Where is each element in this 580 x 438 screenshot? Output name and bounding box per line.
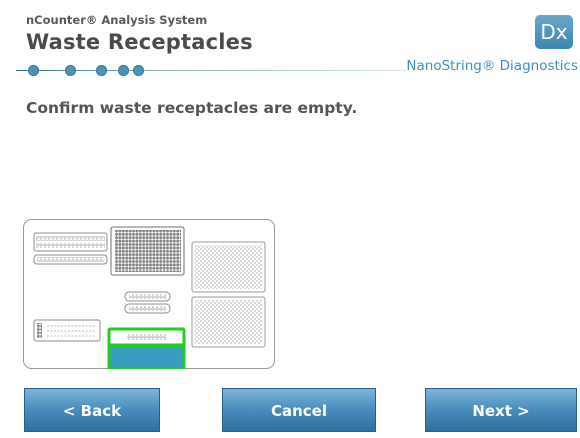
waste-receptacle-wells bbox=[127, 334, 166, 340]
app-title: nCounter® Analysis System bbox=[26, 13, 208, 27]
strip-tube-1-wells bbox=[129, 294, 166, 299]
cartridge-holder bbox=[33, 319, 101, 342]
brand-logo: NanoString® Diagnostics bbox=[406, 58, 578, 74]
strip-row-1 bbox=[36, 236, 105, 241]
strip-row-3 bbox=[37, 257, 104, 262]
page-title: Waste Receptacles bbox=[26, 30, 253, 54]
strip-tube-2-wells bbox=[129, 306, 166, 311]
tip-rack-bottom-grid bbox=[195, 300, 262, 344]
tip-rack-top-grid bbox=[195, 245, 262, 289]
progress-step-1 bbox=[28, 65, 39, 76]
deck-diagram bbox=[23, 219, 275, 369]
dx-badge-icon: Dx bbox=[535, 15, 573, 49]
next-button[interactable]: Next > bbox=[425, 388, 577, 432]
strip-holder-top bbox=[33, 232, 108, 252]
progress-step-4 bbox=[118, 65, 129, 76]
strip-row-2 bbox=[36, 243, 105, 248]
cartridge-label bbox=[37, 323, 42, 338]
progress-step-5 bbox=[133, 65, 144, 76]
waste-bin bbox=[107, 344, 186, 369]
instruction-text: Confirm waste receptacles are empty. bbox=[26, 99, 358, 117]
waste-receptacles-screen: nCounter® Analysis System Waste Receptac… bbox=[0, 0, 580, 438]
progress-step-2 bbox=[65, 65, 76, 76]
progress-indicator bbox=[16, 64, 406, 78]
cancel-button[interactable]: Cancel bbox=[222, 388, 376, 432]
sample-plate-wells bbox=[115, 230, 181, 272]
back-button[interactable]: < Back bbox=[24, 388, 160, 432]
progress-step-3 bbox=[96, 65, 107, 76]
